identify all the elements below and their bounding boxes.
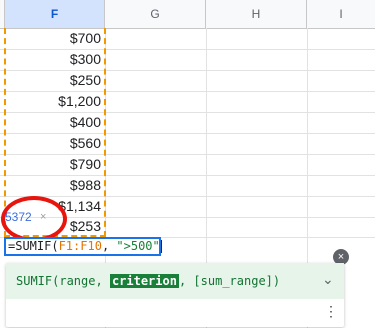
annotation-circle [1, 196, 67, 242]
column-header-g[interactable]: G [105, 0, 206, 28]
signature-arg-sum-range: , [sum_range]) [178, 274, 281, 288]
function-help-popup: SUMIF(range, criterion, [sum_range]) ⌄ ⋮ [6, 263, 344, 327]
more-options-icon[interactable]: ⋮ [324, 303, 338, 320]
signature-arg-criterion: criterion [109, 274, 179, 288]
signature-arg-range: range, [59, 274, 110, 288]
formula-range-ref: F1:F10 [58, 239, 102, 253]
function-signature: SUMIF(range, criterion, [sum_range]) [16, 274, 280, 288]
signature-function: SUMIF( [16, 274, 60, 288]
formula-separator: , [101, 239, 117, 253]
column-header-f[interactable]: F [5, 0, 105, 28]
column-header-row: F G H I [0, 0, 375, 29]
chevron-down-icon[interactable]: ⌄ [322, 271, 334, 288]
formula-prefix: =SUMIF( [8, 239, 59, 253]
column-header-i[interactable]: I [307, 0, 375, 28]
function-signature-bar[interactable]: SUMIF(range, criterion, [sum_range]) ⌄ [6, 263, 344, 299]
text-caret [160, 240, 162, 253]
column-header-h[interactable]: H [206, 0, 307, 28]
formula-input[interactable]: =SUMIF(F1:F10, ">500" [4, 237, 162, 256]
formula-criterion: ">500" [116, 239, 160, 253]
